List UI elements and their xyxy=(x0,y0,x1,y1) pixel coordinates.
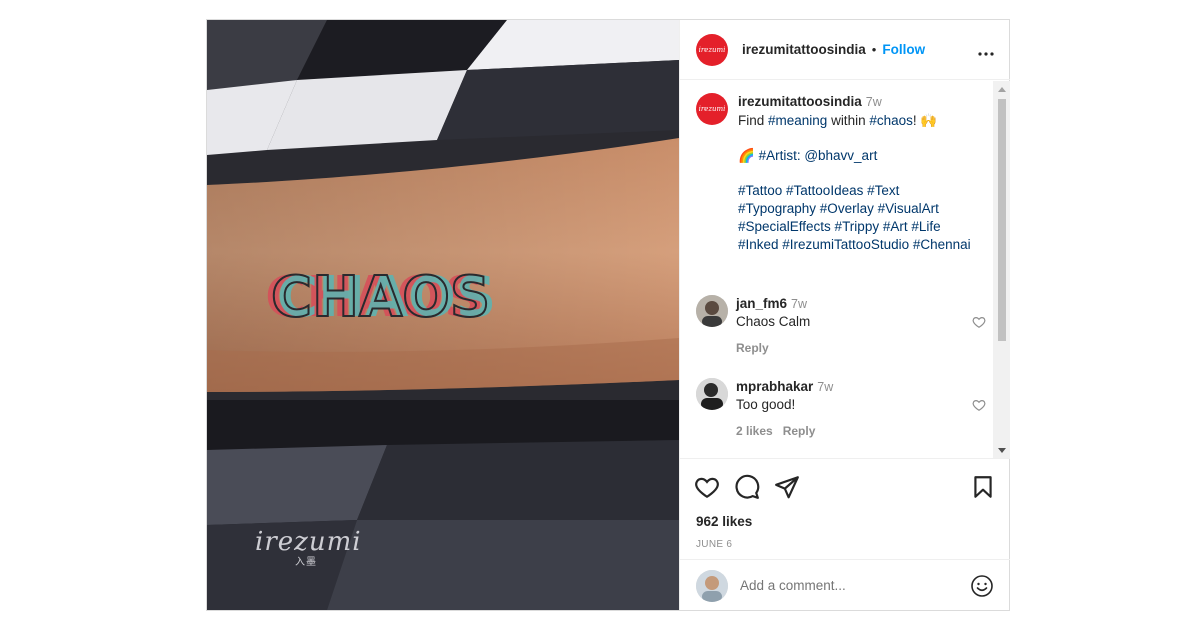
artist-mention[interactable]: #Artist: @bhavv_art xyxy=(755,148,878,163)
comment-time: 7w xyxy=(791,297,808,311)
instagram-post: CHAOS CHAOS CHAOS irezumi 入墨 irezumi ire… xyxy=(206,19,1010,611)
separator-dot: • xyxy=(871,42,877,57)
comment-body: mprabhakar 7w Too good! 2 likes Reply xyxy=(736,378,833,440)
caption-tags-line[interactable]: #Typography #Overlay #VisualArt xyxy=(738,200,971,218)
comment-item: jan_fm6 7w Chaos Calm Reply xyxy=(696,295,986,357)
post-header: irezumi irezumitattoosindia • Follow xyxy=(680,20,1010,80)
comment-time: 7w xyxy=(817,380,834,394)
hashtag-link[interactable]: #chaos xyxy=(869,113,913,128)
comment-username[interactable]: mprabhakar xyxy=(736,379,813,394)
reply-button[interactable]: Reply xyxy=(736,341,769,355)
comment-heart-icon[interactable] xyxy=(972,398,986,412)
caption-username[interactable]: irezumitattoosindia xyxy=(738,94,862,109)
caption-text-1: Find xyxy=(738,112,769,128)
scroll-down-icon[interactable] xyxy=(998,448,1006,453)
comment-text: Chaos Calm xyxy=(736,314,811,329)
comment-meta: 2 likes Reply xyxy=(736,422,833,440)
comments-scrollbar[interactable] xyxy=(993,81,1010,458)
comments-section[interactable]: irezumi irezumitattoosindia 7w Find #mean… xyxy=(680,81,1010,459)
caption-line-1: Find #meaning within #chaos! 🙌 xyxy=(738,112,971,130)
share-icon[interactable] xyxy=(774,474,800,500)
post-caption: irezumi irezumitattoosindia 7w Find #mean… xyxy=(696,93,986,253)
scrollbar-thumb[interactable] xyxy=(998,99,1006,341)
tattoo-text-outline: CHAOS xyxy=(271,265,490,330)
add-comment-bar xyxy=(680,561,1010,610)
rainbow-icon: 🌈 xyxy=(738,148,755,164)
caption-text-2: within xyxy=(827,112,870,128)
account-username[interactable]: irezumitattoosindia xyxy=(742,42,866,57)
caption-avatar[interactable]: irezumi xyxy=(696,93,728,125)
caption-tags-line[interactable]: #Tattoo #TattooIdeas #Text xyxy=(738,182,971,200)
comment-heart-icon[interactable] xyxy=(972,315,986,329)
reply-button[interactable]: Reply xyxy=(783,424,816,438)
commenter-avatar[interactable] xyxy=(696,295,728,327)
comment-body: jan_fm6 7w Chaos Calm Reply xyxy=(736,295,810,357)
post-photo[interactable]: CHAOS CHAOS CHAOS irezumi 入墨 xyxy=(207,20,679,610)
caption-artist-line: 🌈 #Artist: @bhavv_art xyxy=(738,147,971,165)
tattoo-artwork: CHAOS CHAOS CHAOS xyxy=(265,264,496,331)
hashtag-link[interactable]: #meaning xyxy=(768,113,827,128)
post-date[interactable]: JUNE 6 xyxy=(696,539,732,550)
comment-item: mprabhakar 7w Too good! 2 likes Reply xyxy=(696,378,986,440)
comment-icon[interactable] xyxy=(734,474,760,500)
account-avatar[interactable]: irezumi xyxy=(696,33,728,66)
caption-body: irezumitattoosindia 7w Find #meaning with… xyxy=(738,93,971,253)
heart-icon[interactable] xyxy=(694,474,720,500)
comment-username[interactable]: jan_fm6 xyxy=(736,296,787,311)
emoji-icon[interactable] xyxy=(970,574,994,598)
viewer-avatar xyxy=(696,569,728,602)
follow-button[interactable]: Follow xyxy=(882,42,925,57)
caption-text-3: ! 🙌 xyxy=(912,112,938,128)
scroll-up-icon[interactable] xyxy=(998,87,1006,92)
bookmark-icon[interactable] xyxy=(970,474,996,500)
comment-likes[interactable]: 2 likes xyxy=(736,424,773,438)
more-icon[interactable] xyxy=(978,40,994,60)
add-comment-input[interactable] xyxy=(740,578,940,593)
comment-text: Too good! xyxy=(736,397,796,412)
photo-watermark: irezumi 入墨 xyxy=(255,527,362,568)
post-side-panel: irezumi irezumitattoosindia • Follow ire… xyxy=(679,20,1010,610)
post-actions: 962 likes JUNE 6 xyxy=(680,460,1010,560)
caption-tags-line[interactable]: #Inked #IrezumiTattooStudio #Chennai xyxy=(738,236,971,254)
caption-tags-line[interactable]: #SpecialEffects #Trippy #Art #Life xyxy=(738,218,971,236)
comment-meta: Reply xyxy=(736,339,810,357)
likes-count[interactable]: 962 likes xyxy=(696,514,752,529)
commenter-avatar[interactable] xyxy=(696,378,728,410)
caption-time: 7w xyxy=(865,95,882,109)
